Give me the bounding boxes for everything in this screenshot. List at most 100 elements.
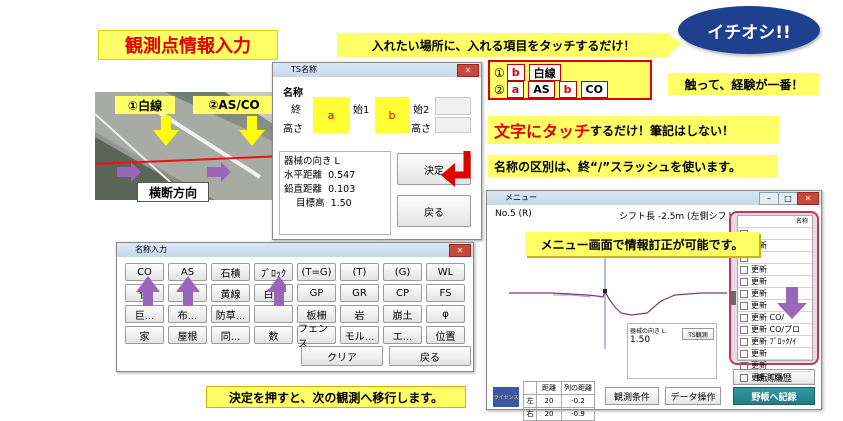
menu-window: メニュー – □ ✕ No.5 (R) シフト長 -2.5m (左側シフト) 器… <box>486 190 822 421</box>
checkbox-icon[interactable] <box>740 326 748 334</box>
table-header-cell: 列の距離 <box>561 381 595 395</box>
mini-ts-label: TS観測 <box>688 331 708 339</box>
side-list-scroll-handle[interactable] <box>731 291 736 305</box>
field-book-record-button[interactable]: 野帳へ記録 <box>733 387 815 405</box>
next-callout: 決定を押すと、次の観測へ移行します。 <box>206 386 466 408</box>
legend-chip-b: b <box>506 64 525 81</box>
name-button[interactable]: 家 <box>125 326 164 344</box>
name-button[interactable]: フェンス <box>297 324 336 350</box>
side-list-item-label: 更新 CO/ <box>751 373 785 382</box>
name-back-label: 戻る <box>420 352 440 364</box>
side-list-item[interactable]: 更新 <box>738 264 812 276</box>
side-list-item[interactable]: 更新 ﾌﾞﾛｯｸ/ｲ <box>738 336 812 348</box>
name-button[interactable]: FS <box>426 284 465 302</box>
table-cell: 左 <box>523 394 537 408</box>
clear-button[interactable]: クリア <box>301 346 383 366</box>
name-button-label: WL <box>437 266 454 278</box>
name-button[interactable]: 屋根 <box>168 326 207 344</box>
close-icon[interactable]: ✕ <box>457 64 479 77</box>
name-button[interactable]: 岩 <box>340 305 379 323</box>
direction-label: 横断方向 <box>137 182 209 202</box>
name-button[interactable]: 数 <box>254 326 293 344</box>
side-list-item[interactable]: 更新 <box>738 348 812 360</box>
side-list-item[interactable]: 更新 CO/ブロ <box>738 324 812 336</box>
direction-label-text: 横断方向 <box>148 185 197 200</box>
menu-title: メニュー <box>505 193 537 202</box>
ts-back-button[interactable]: 戻る <box>397 195 471 227</box>
license-logo: ライセンス <box>493 387 519 407</box>
name-button[interactable]: モル... <box>340 326 379 344</box>
checkbox-icon[interactable] <box>740 338 748 346</box>
name-button-label: 数 <box>268 331 279 343</box>
side-list-item-label: 更新 <box>751 265 767 274</box>
name-button[interactable]: (T) <box>340 263 379 281</box>
license-logo-text: ライセンス <box>493 394 519 401</box>
minimize-icon[interactable]: – <box>759 192 779 205</box>
legend-row-1: ① b 白線 <box>494 64 646 81</box>
observation-conditions-button[interactable]: 観測条件 <box>605 387 659 405</box>
ts-name-header: 名称 <box>283 88 303 99</box>
side-list-item-label: 更新 <box>751 361 767 370</box>
ts-start2-field[interactable] <box>435 97 471 115</box>
recommend-badge: イチオシ!! <box>678 6 820 54</box>
ts-machine-dir-row: 器械の向き L <box>284 155 386 169</box>
name-button[interactable]: 位置 <box>426 326 465 344</box>
try-callout-text: 触って、経験が一番！ <box>684 77 804 92</box>
name-button[interactable]: CP <box>383 284 422 302</box>
name-button-label: 岩 <box>354 310 365 322</box>
name-button[interactable]: GR <box>340 284 379 302</box>
ts-height2-field[interactable] <box>435 117 471 133</box>
name-button-label: エ... <box>392 331 413 343</box>
photo-label-as-co-text: ②AS/CO <box>208 98 260 112</box>
name-button-label: φ <box>442 308 449 320</box>
name-button[interactable]: (G) <box>383 263 422 281</box>
instruction-text: 入れたい場所に、入れる項目をタッチするだけ！ <box>371 38 636 53</box>
maximize-icon[interactable]: □ <box>778 192 798 205</box>
menu-mini-panel: 器械の向き L 1.50 TS観測 <box>627 323 717 379</box>
yellow-down-arrows <box>153 116 265 146</box>
side-list-header: 名称 <box>738 216 812 228</box>
ts-hdist-label: 水平距離 <box>284 170 323 181</box>
clear-label: クリア <box>327 352 357 364</box>
legend-row1-num: ① <box>494 65 505 80</box>
name-button[interactable]: GP <box>297 284 336 302</box>
ts-info-panel: 器械の向き L 水平距離 0.547 鉛直距離 0.103 目標高 1.50 <box>279 151 391 235</box>
name-back-button[interactable]: 戻る <box>389 346 471 366</box>
name-button[interactable]: WL <box>426 263 465 281</box>
touch-callout-rest: するだけ！筆記はしない！ <box>590 123 735 138</box>
purple-direction-arrows <box>117 162 231 182</box>
slash-callout: 名称の区別は、終“/”スラッシュを使います。 <box>488 155 778 177</box>
name-button[interactable]: (T=G) <box>297 263 336 281</box>
name-button-label: GR <box>352 287 367 299</box>
side-list-item[interactable]: 更新 CO/ <box>738 372 812 384</box>
side-list-item[interactable]: 更新 <box>738 360 812 372</box>
ts-end-field[interactable]: a <box>313 97 349 133</box>
close-icon[interactable]: ✕ <box>797 192 819 205</box>
legend-box: ① b 白線 ② a AS b CO <box>488 60 652 100</box>
name-button[interactable]: エ... <box>383 326 422 344</box>
name-button-label: 同... <box>220 331 241 343</box>
checkbox-icon[interactable] <box>740 314 748 322</box>
data-operation-button[interactable]: データ操作 <box>665 387 721 405</box>
name-button[interactable]: 崩土 <box>383 305 422 323</box>
photo-label-white-line-text: ①白線 <box>127 98 163 113</box>
name-button-label: GP <box>309 287 324 299</box>
name-button[interactable]: 同... <box>211 326 250 344</box>
checkbox-icon[interactable] <box>740 278 748 286</box>
checkbox-icon[interactable] <box>740 290 748 298</box>
table-header-cell: 距離 <box>536 381 562 395</box>
checkbox-icon[interactable] <box>740 266 748 274</box>
ts-target-value: 1.50 <box>330 198 352 209</box>
mini-ts-button[interactable]: TS観測 <box>682 328 714 340</box>
distance-table: 距離 列の距離 左 20 -0.2 右 20 -0.9 <box>523 381 595 421</box>
ts-start1-field[interactable]: b <box>375 97 409 133</box>
close-icon[interactable]: ✕ <box>449 244 471 257</box>
checkbox-icon[interactable] <box>740 350 748 358</box>
checkbox-icon[interactable] <box>740 302 748 310</box>
legend-chip-a: a <box>506 81 525 98</box>
checkbox-icon[interactable] <box>740 374 748 382</box>
name-button[interactable]: φ <box>426 305 465 323</box>
checkbox-icon[interactable] <box>740 362 748 370</box>
ts-hdist-row: 水平距離 0.547 <box>284 169 386 183</box>
badge-text: イチオシ!! <box>707 22 791 43</box>
